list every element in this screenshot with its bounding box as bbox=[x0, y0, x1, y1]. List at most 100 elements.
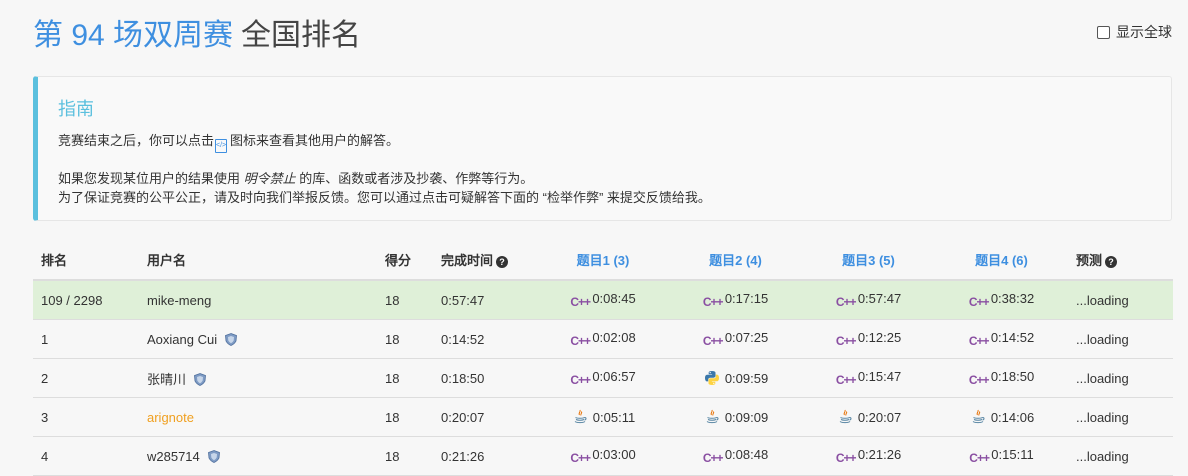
cpp-icon[interactable]: C++ bbox=[836, 451, 857, 465]
question-time: 0:21:26 bbox=[857, 447, 902, 462]
score-cell: 18 bbox=[377, 397, 433, 437]
question-2-cell: C++ 0:17:15 bbox=[669, 280, 802, 320]
question-time: 0:08:45 bbox=[592, 291, 636, 306]
predict-cell: ...loading bbox=[1068, 358, 1173, 398]
question-time: 0:08:48 bbox=[724, 447, 769, 462]
cpp-icon[interactable]: C++ bbox=[570, 334, 591, 348]
guide-line-1-before: 竞赛结束之后，你可以点击 bbox=[58, 133, 215, 148]
question-1-cell: C++ 0:02:08 bbox=[537, 319, 669, 359]
show-global-toggle[interactable]: 显示全球 bbox=[1097, 22, 1172, 42]
java-icon[interactable] bbox=[703, 409, 721, 424]
help-icon[interactable]: ? bbox=[496, 256, 509, 268]
header-rank: 排名 bbox=[33, 240, 139, 281]
table-row: 3 arignote 18 0:20:07 0:05:11 0:09:09 0:20:07 0… bbox=[33, 397, 1173, 437]
rank-cell: 4 bbox=[33, 436, 139, 476]
question-1-cell: C++ 0:03:00 bbox=[537, 436, 669, 476]
user-cell: w285714 bbox=[139, 436, 377, 476]
score-cell: 18 bbox=[377, 280, 433, 320]
question-4-cell: C++ 0:14:52 bbox=[935, 319, 1068, 359]
cpp-icon[interactable]: C++ bbox=[570, 295, 591, 309]
score-cell: 18 bbox=[377, 358, 433, 398]
cpp-icon[interactable]: C++ bbox=[836, 334, 857, 348]
guide-title: 指南 bbox=[58, 99, 94, 119]
cpp-icon[interactable]: C++ bbox=[969, 334, 990, 348]
show-global-checkbox[interactable] bbox=[1097, 25, 1110, 39]
question-time: 0:18:50 bbox=[990, 369, 1035, 384]
question-time: 0:14:06 bbox=[990, 410, 1035, 425]
guide-line-2-before: 如果您发现某位用户的结果使用 bbox=[58, 171, 241, 186]
rank-cell: 3 bbox=[33, 397, 139, 437]
cpp-icon[interactable]: C++ bbox=[969, 373, 990, 387]
question-3-cell: C++ 0:12:25 bbox=[802, 319, 935, 359]
python-icon[interactable] bbox=[703, 370, 721, 385]
cpp-icon[interactable]: C++ bbox=[969, 295, 990, 309]
user-cell: mike-meng bbox=[139, 280, 377, 320]
header-user: 用户名 bbox=[139, 240, 377, 281]
question-time: 0:38:32 bbox=[990, 291, 1035, 306]
question-3-cell: C++ 0:21:26 bbox=[802, 436, 935, 476]
question-2-cell: 0:09:59 bbox=[669, 358, 802, 398]
cpp-icon[interactable]: C++ bbox=[836, 295, 857, 309]
java-icon[interactable] bbox=[969, 409, 987, 424]
cpp-icon[interactable]: C++ bbox=[570, 373, 591, 387]
table-row: 4 w285714 18 0:21:26 C++ 0:03:00 C++ 0:08:48 C++… bbox=[33, 436, 1173, 476]
guide-forbidden-link[interactable]: 明令禁止 bbox=[244, 171, 296, 186]
question-4-cell: C++ 0:15:11 bbox=[935, 436, 1068, 476]
cpp-icon[interactable]: C++ bbox=[836, 373, 857, 387]
java-icon[interactable] bbox=[571, 409, 589, 424]
question-4-cell: 0:14:06 bbox=[935, 397, 1068, 437]
predict-cell: ...loading bbox=[1068, 397, 1173, 437]
question-time: 0:12:25 bbox=[857, 330, 902, 345]
question-3-cell: 0:20:07 bbox=[802, 397, 935, 437]
predict-cell: ...loading bbox=[1068, 280, 1173, 320]
table-row: 109 / 2298 mike-meng 18 0:57:47 C++ 0:08:45 C+… bbox=[33, 280, 1173, 320]
question-1-cell: C++ 0:06:57 bbox=[537, 358, 669, 398]
java-icon[interactable] bbox=[836, 409, 854, 424]
question-time: 0:03:00 bbox=[592, 447, 636, 462]
table-header-row: 排名 用户名 得分 完成时间? 题目1 (3) 题目2 (4) 题目3 (5) … bbox=[33, 240, 1173, 281]
table-row: 2 张晴川 18 0:18:50 C++ 0:06:57 0:09:59 C++ 0:15:47… bbox=[33, 358, 1173, 398]
predict-cell: ...loading bbox=[1068, 319, 1173, 359]
score-cell: 18 bbox=[377, 319, 433, 359]
contest-name[interactable]: 第 94 场双周赛 bbox=[33, 10, 233, 54]
cpp-icon[interactable]: C++ bbox=[703, 295, 724, 309]
page-header: 第 94 场双周赛 全国排名 bbox=[33, 10, 361, 54]
question-time: 0:15:47 bbox=[857, 369, 902, 384]
cpp-icon[interactable]: C++ bbox=[703, 451, 724, 465]
cpp-icon[interactable]: C++ bbox=[969, 451, 990, 465]
header-predict: 预测? bbox=[1068, 240, 1173, 281]
shield-badge-icon bbox=[225, 332, 238, 346]
page-title: 全国排名 bbox=[241, 19, 362, 52]
finish-time-cell: 0:21:26 bbox=[433, 436, 537, 476]
question-2-cell: C++ 0:08:48 bbox=[669, 436, 802, 476]
cpp-icon[interactable]: C++ bbox=[570, 451, 591, 465]
question-2-cell: 0:09:09 bbox=[669, 397, 802, 437]
help-icon[interactable]: ? bbox=[1105, 256, 1118, 268]
question-time: 0:20:07 bbox=[857, 410, 902, 425]
header-q1[interactable]: 题目1 (3) bbox=[537, 240, 669, 281]
username-link[interactable]: mike-meng bbox=[147, 293, 211, 308]
username-link[interactable]: w285714 bbox=[147, 449, 200, 464]
cpp-icon[interactable]: C++ bbox=[703, 334, 724, 348]
finish-time-cell: 0:14:52 bbox=[433, 319, 537, 359]
user-cell: Aoxiang Cui bbox=[139, 319, 377, 359]
question-1-cell: 0:05:11 bbox=[537, 397, 669, 437]
guide-panel: 指南 竞赛结束之后，你可以点击 </> 图标来查看其他用户的解答。 如果您发现某位用… bbox=[33, 76, 1172, 221]
header-q2[interactable]: 题目2 (4) bbox=[669, 240, 802, 281]
show-global-label: 显示全球 bbox=[1116, 24, 1172, 40]
username-link[interactable]: arignote bbox=[147, 410, 194, 425]
shield-badge-icon bbox=[194, 372, 206, 386]
username-link[interactable]: 张晴川 bbox=[147, 369, 186, 388]
header-q3[interactable]: 题目3 (5) bbox=[802, 240, 935, 281]
guide-line-3: 为了保证竞赛的公平公正，请及时向我们举报反馈。您可以通过点击可疑解答下面的 “检… bbox=[58, 190, 711, 205]
user-cell: 张晴川 bbox=[139, 358, 377, 398]
finish-time-cell: 0:20:07 bbox=[433, 397, 537, 437]
question-time: 0:57:47 bbox=[857, 291, 902, 306]
header-score: 得分 bbox=[377, 240, 433, 281]
table-row: 1 Aoxiang Cui 18 0:14:52 C++ 0:02:08 C++ 0:07:2… bbox=[33, 319, 1173, 359]
question-4-cell: C++ 0:18:50 bbox=[935, 358, 1068, 398]
header-q4[interactable]: 题目4 (6) bbox=[935, 240, 1068, 281]
predict-cell: ...loading bbox=[1068, 436, 1173, 476]
header-predict-label: 预测 bbox=[1076, 253, 1103, 268]
username-link[interactable]: Aoxiang Cui bbox=[147, 332, 217, 347]
